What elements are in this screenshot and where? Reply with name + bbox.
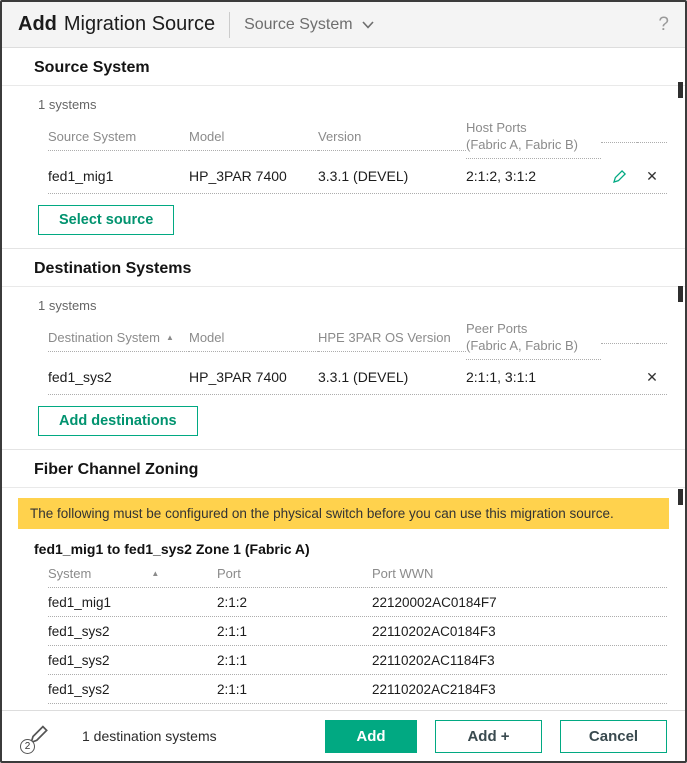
header-divider [229,11,231,38]
cell-os-version: 3.3.1 (DEVEL) [318,369,409,385]
cell-destination-system: fed1_sys2 [48,369,112,385]
change-count-badge: 2 [20,739,35,754]
add-button[interactable]: Add [325,719,417,753]
section-heading-zoning: Fiber Channel Zoning [2,450,685,488]
col-port-wwn[interactable]: Port WWN [372,561,667,588]
cell-system: fed1_sys2 [48,624,110,639]
section-heading-destination: Destination Systems [2,249,685,287]
dialog-title: Migration Source [63,13,216,35]
cell-source-system: fed1_mig1 [48,168,114,184]
add-destinations-button[interactable]: Add destinations [38,406,198,436]
destination-table-header: Destination System ▲ Model HPE 3PAR OS Ve… [48,316,667,360]
cell-port: 2:1:1 [217,682,248,697]
scrollbar-thumb[interactable] [678,489,683,505]
col-peer-ports[interactable]: Peer Ports (Fabric A, Fabric B) [466,316,601,360]
zone-title: fed1_mig1 to fed1_sys2 Zone 1 (Fabric A) [34,541,310,557]
source-count: 1 systems [38,97,97,112]
cell-host-ports: 2:1:2, 3:1:2 [466,168,537,184]
chevron-down-icon [361,20,374,29]
source-table-header: Source System Model Version Host Ports (… [48,115,667,159]
help-icon[interactable]: ? [658,14,669,36]
dialog-body: Source System 1 systems Source System Mo… [2,48,685,710]
fiber-channel-zoning-section: Fiber Channel Zoning The following must … [2,449,685,704]
section-heading-source: Source System [2,48,685,86]
col-os-version[interactable]: HPE 3PAR OS Version [318,325,466,352]
source-system-dropdown[interactable]: Source System [244,15,374,34]
zoning-table-header: System ▲ Port Port WWN [48,561,667,588]
table-row: fed1_sys2 HP_3PAR 7400 3.3.1 (DEVEL) 2:1… [48,360,667,395]
col-version[interactable]: Version [318,124,466,151]
cell-system: fed1_mig1 [48,595,112,610]
cell-port-wwn: 22110202AC1184F3 [372,653,495,668]
add-migration-source-dialog: Add Migration Source Source System ? Sou… [0,0,687,763]
zoning-table: System ▲ Port Port WWN fed1_mig1 2:1:2 22… [48,561,667,704]
pencil-badge-icon: 2 [20,721,56,754]
scrollbar-thumb[interactable] [678,286,683,302]
edit-icon[interactable] [601,168,637,185]
scrollbar-thumb[interactable] [678,82,683,98]
cell-port-wwn: 22110202AC0184F3 [372,624,496,639]
cell-model: HP_3PAR 7400 [189,369,287,385]
cell-model: HP_3PAR 7400 [189,168,287,184]
close-icon[interactable]: ✕ [637,369,667,386]
cancel-button[interactable]: Cancel [560,719,667,753]
close-icon[interactable]: ✕ [637,168,667,185]
col-source-system[interactable]: Source System [48,124,189,151]
col-host-ports[interactable]: Host Ports (Fabric A, Fabric B) [466,115,601,159]
cell-version: 3.3.1 (DEVEL) [318,168,409,184]
dialog-header: Add Migration Source Source System ? [2,2,685,48]
table-row: fed1_sys2 2:1:1 22110202AC2184F3 [48,675,667,704]
col-model[interactable]: Model [189,325,318,352]
select-source-button[interactable]: Select source [38,205,175,235]
add-plus-button[interactable]: Add + [435,719,542,753]
cell-port: 2:1:2 [217,595,248,610]
source-system-section: Source System 1 systems Source System Mo… [2,48,685,248]
col-model[interactable]: Model [189,124,318,151]
destination-systems-section: Destination Systems 1 systems Destinatio… [2,248,685,449]
table-row: fed1_mig1 2:1:2 22120002AC0184F7 [48,588,667,617]
table-row: fed1_sys2 2:1:1 22110202AC1184F3 [48,646,667,675]
dialog-action-label: Add [18,13,57,35]
destination-table: Destination System ▲ Model HPE 3PAR OS Ve… [48,316,667,395]
destination-count: 1 systems [38,298,97,313]
warning-banner: The following must be configured on the … [18,498,669,529]
col-system[interactable]: System ▲ [48,561,217,588]
col-port[interactable]: Port [217,561,372,588]
cell-port-wwn: 22110202AC2184F3 [372,682,496,697]
sort-asc-icon: ▲ [166,332,174,342]
source-table: Source System Model Version Host Ports (… [48,115,667,194]
cell-system: fed1_sys2 [48,653,110,668]
cell-peer-ports: 2:1:1, 3:1:1 [466,369,537,385]
footer-status: 1 destination systems [82,728,217,744]
table-row: fed1_sys2 2:1:1 22110202AC0184F3 [48,617,667,646]
cell-system: fed1_sys2 [48,682,110,697]
dropdown-label: Source System [244,15,353,33]
sort-asc-icon: ▲ [151,569,160,578]
col-destination-system[interactable]: Destination System ▲ [48,325,189,352]
cell-port: 2:1:1 [217,624,248,639]
dialog-footer: 2 1 destination systems Add Add + Cancel [2,710,685,761]
table-row: fed1_mig1 HP_3PAR 7400 3.3.1 (DEVEL) 2:1… [48,159,667,194]
cell-port: 2:1:1 [217,653,248,668]
cell-port-wwn: 22120002AC0184F7 [372,595,497,610]
